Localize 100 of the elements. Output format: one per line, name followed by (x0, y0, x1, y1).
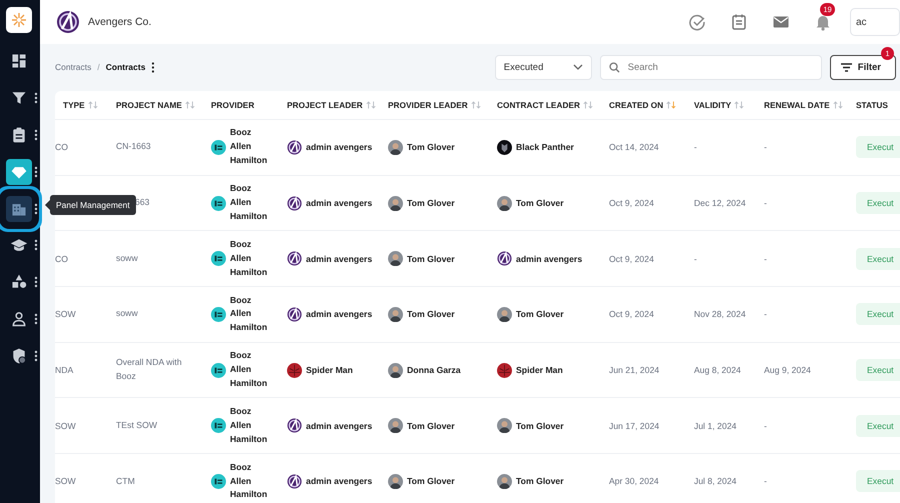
person-name: Tom Glover (516, 476, 564, 486)
user-menu[interactable]: ac (850, 8, 900, 36)
person-name: Black Panther (516, 142, 574, 152)
avatar-icon (497, 362, 512, 378)
avatar (388, 306, 403, 322)
column-header[interactable]: PROVIDER LEADER (388, 100, 468, 110)
status-badge: Execut (856, 136, 900, 158)
column-header[interactable]: CONTRACT LEADER (497, 100, 580, 110)
column-header[interactable]: PROJECT LEADER (287, 100, 363, 110)
table-cell: Nov 28, 2024 (694, 287, 764, 343)
provider-logo (211, 196, 226, 211)
person-name: Tom Glover (407, 142, 455, 152)
app-logo[interactable] (6, 7, 32, 33)
table-cell: Oct 9, 2024 (609, 231, 694, 288)
table-cell: SOW (55, 398, 116, 454)
person-name: Tom Glover (516, 309, 564, 320)
status-badge: Execut (856, 248, 900, 270)
avatar (497, 306, 512, 322)
table-cell: CO (55, 120, 116, 176)
status-badge: Execut (856, 470, 900, 492)
table-cell: Oct 9, 2024 (609, 287, 694, 343)
kebab-icon[interactable] (34, 202, 38, 215)
table-cell: Jul 1, 2024 (694, 398, 764, 454)
provider-logo (211, 474, 226, 489)
filter-icon (840, 62, 852, 72)
person-name: admin avengers (306, 420, 372, 431)
kebab-icon[interactable] (34, 312, 38, 325)
avatar-icon (287, 362, 302, 378)
kebab-icon[interactable] (34, 128, 38, 141)
table-cell: - (694, 120, 764, 176)
column-header[interactable]: RENEWAL DATE (764, 100, 830, 110)
avatar (497, 418, 512, 434)
provider-logo (211, 362, 226, 378)
search-icon (608, 62, 620, 72)
table-cell: Jun 21, 2024 (609, 342, 694, 398)
provider-name: Booz Allen Hamilton (230, 126, 268, 168)
breadcrumb-link[interactable]: Contracts (55, 62, 92, 72)
kebab-icon[interactable] (151, 62, 156, 72)
avatar (388, 474, 403, 489)
check-circle-icon[interactable] (688, 13, 706, 31)
avatar (497, 474, 512, 489)
column-header[interactable]: TYPE (63, 100, 85, 110)
avatar-icon (287, 251, 302, 266)
table-cell: Aug 8, 2024 (694, 342, 764, 398)
table-cell: Jul 8, 2024 (694, 454, 764, 503)
provider-logo (211, 140, 226, 155)
chevron-down-icon (572, 64, 583, 70)
breadcrumb-separator: / (97, 62, 100, 72)
calendar-icon[interactable] (730, 13, 748, 31)
kebab-icon[interactable] (34, 239, 38, 252)
kebab-icon[interactable] (34, 166, 38, 178)
avatar-icon (497, 251, 512, 266)
person-name: Spider Man (516, 365, 563, 376)
avatar (497, 196, 512, 211)
company-logo (56, 10, 80, 34)
provider-logo (211, 251, 226, 266)
avatar (388, 196, 403, 211)
status-dropdown[interactable]: Executed (494, 54, 592, 80)
avatar-icon (287, 474, 302, 489)
table-cell: NDA (55, 342, 116, 398)
kebab-icon[interactable] (34, 276, 38, 288)
status-badge: Execut (856, 303, 900, 326)
filter-button[interactable]: Filter (830, 54, 896, 80)
person-name: admin avengers (306, 142, 372, 152)
avatar (388, 251, 403, 266)
person-name: admin avengers (306, 309, 372, 320)
nav-button[interactable] (6, 158, 32, 185)
bell-icon[interactable] (814, 13, 832, 31)
avatar (388, 362, 403, 378)
column-header[interactable]: STATUS (856, 100, 888, 110)
company-name: Avengers Co. (88, 16, 152, 28)
kebab-icon[interactable] (34, 350, 38, 362)
breadcrumb-current: Contracts (106, 62, 146, 72)
kebab-icon[interactable] (34, 92, 38, 104)
status-badge: Execut (856, 359, 900, 382)
person-name: admin avengers (306, 254, 372, 264)
project-name: soww (116, 307, 138, 320)
project-name: TEst SOW (116, 418, 158, 432)
avatar (388, 418, 403, 434)
person-name: Tom Glover (407, 476, 455, 486)
table-cell: Dec 12, 2024 (694, 176, 764, 232)
search-field[interactable]: Search (600, 54, 822, 80)
provider-name: Booz Allen Hamilton (230, 404, 268, 446)
person-name: admin avengers (306, 198, 372, 208)
person-name: Tom Glover (407, 198, 455, 208)
table-cell: Jun 17, 2024 (609, 398, 694, 454)
table-cell: Apr 30, 2024 (609, 454, 694, 503)
column-header[interactable]: PROJECT NAME (116, 100, 182, 110)
status-badge: Execut (856, 192, 900, 214)
project-name: soww (116, 252, 138, 265)
column-header[interactable]: CREATED ON (609, 100, 664, 110)
person-name: Tom Glover (407, 309, 455, 320)
provider-name: Booz Allen Hamilton (230, 349, 268, 390)
status-badge: Execut (856, 414, 900, 437)
table-cell: SOW (55, 454, 116, 503)
person-name: admin avengers (306, 476, 372, 486)
table-cell: CO (55, 231, 116, 288)
column-header[interactable]: VALIDITY (694, 100, 732, 110)
person-name: Tom Glover (407, 420, 455, 431)
column-header[interactable]: PROVIDER (211, 100, 254, 110)
